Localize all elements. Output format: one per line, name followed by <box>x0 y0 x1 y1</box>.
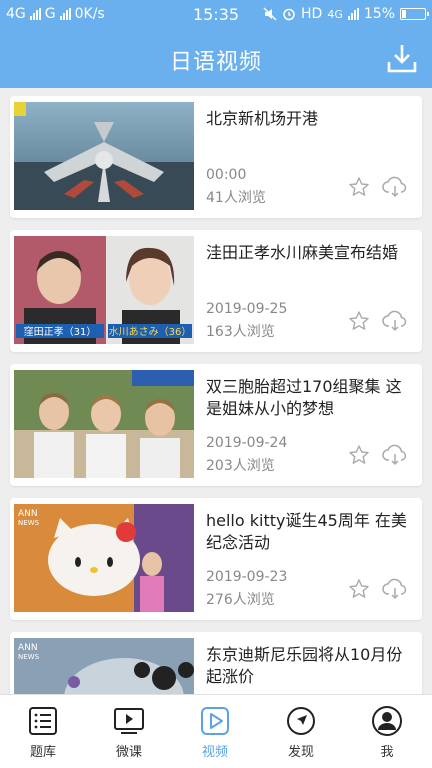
disney-thumbnail-image: ANN NEWS <box>14 638 194 694</box>
hello-kitty-thumbnail-image: ANN NEWS <box>14 504 194 612</box>
video-thumbnail[interactable] <box>14 102 194 210</box>
monitor-play-icon <box>114 708 144 734</box>
video-thumbnail[interactable]: 窪田正孝（31） 水川あさみ（36） <box>14 236 194 344</box>
video-date: 2019-09-23 <box>206 569 288 585</box>
cloud-download-icon[interactable] <box>382 578 408 600</box>
bottom-tab-bar: 题库 微课 视频 发现 我 <box>0 694 432 768</box>
battery-icon <box>400 8 429 20</box>
thumbnail-logo: NEWS <box>18 519 40 527</box>
tab-label: 视频 <box>201 745 228 760</box>
video-views: 203人浏览 <box>206 458 275 474</box>
triplets-thumbnail-image <box>14 370 194 478</box>
video-list[interactable]: 北京新机场开港 00:00 41人浏览 窪田正孝（31） 水川あさみ（36） 洼… <box>0 88 432 694</box>
video-title[interactable]: 北京新机场开港 <box>206 108 412 130</box>
cloud-download-icon[interactable] <box>382 444 408 466</box>
video-views: 276人浏览 <box>206 592 275 608</box>
status-right: HD 4G 15% <box>263 6 429 22</box>
battery-percent: 15% <box>363 6 395 22</box>
compass-icon <box>287 707 315 735</box>
video-card[interactable]: 双三胞胎超过170组聚集 这是姐妹从小的梦想 2019-09-24 203人浏览 <box>10 364 422 486</box>
video-views: 41人浏览 <box>206 190 266 206</box>
cloud-download-icon[interactable] <box>382 310 408 332</box>
video-title[interactable]: 洼田正孝水川麻美宣布结婚 <box>206 242 412 264</box>
tab-label: 微课 <box>115 745 142 760</box>
tab-micro-course[interactable]: 微课 <box>86 695 172 768</box>
thumbnail-logo: ANN <box>18 643 38 653</box>
thumbnail-logo: ANN <box>18 509 38 519</box>
couple-thumbnail-image: 窪田正孝（31） 水川あさみ（36） <box>14 236 194 344</box>
tab-label: 我 <box>380 745 394 760</box>
video-card[interactable]: 窪田正孝（31） 水川あさみ（36） 洼田正孝水川麻美宣布结婚 2019-09-… <box>10 230 422 352</box>
tab-discover[interactable]: 发现 <box>258 695 344 768</box>
network-type-3: 4G <box>327 7 343 21</box>
hd-label: HD <box>301 6 323 22</box>
video-title[interactable]: 东京迪斯尼乐园将从10月份起涨价 <box>206 644 412 688</box>
signal-icon <box>347 8 359 20</box>
video-date: 2019-09-25 <box>206 301 288 317</box>
tab-video[interactable]: 视频 <box>172 695 258 768</box>
video-thumbnail[interactable]: ANN NEWS <box>14 504 194 612</box>
tab-question-bank[interactable]: 题库 <box>0 695 86 768</box>
video-title[interactable]: 双三胞胎超过170组聚集 这是姐妹从小的梦想 <box>206 376 412 420</box>
video-date: 00:00 <box>206 167 247 183</box>
video-thumbnail[interactable]: ANN NEWS <box>14 638 194 694</box>
video-thumbnail[interactable] <box>14 370 194 478</box>
user-icon <box>372 706 402 736</box>
page-title: 日语视频 <box>169 50 262 75</box>
tab-label: 发现 <box>287 745 314 760</box>
star-icon[interactable] <box>348 444 370 466</box>
tab-label: 题库 <box>29 745 56 760</box>
star-icon[interactable] <box>348 310 370 332</box>
video-date: 2019-09-24 <box>206 435 288 451</box>
mute-icon <box>263 7 277 21</box>
download-icon[interactable] <box>386 42 418 74</box>
video-card[interactable]: ANN NEWS hello kitty诞生45周年 在美纪念活动 2019-0… <box>10 498 422 620</box>
cloud-download-icon[interactable] <box>382 176 408 198</box>
airport-thumbnail-image <box>14 102 194 210</box>
app-header: 4G G 0K/s 15:35 HD 4G 15% 日语视频 <box>0 0 432 88</box>
video-title[interactable]: hello kitty诞生45周年 在美纪念活动 <box>206 510 412 554</box>
thumbnail-logo: NEWS <box>18 653 40 661</box>
status-bar: 4G G 0K/s 15:35 HD 4G 15% <box>0 0 432 30</box>
star-icon[interactable] <box>348 578 370 600</box>
video-card[interactable]: ANN NEWS 东京迪斯尼乐园将从10月份起涨价 <box>10 632 422 694</box>
tab-me[interactable]: 我 <box>344 695 430 768</box>
alarm-icon <box>283 8 295 21</box>
video-views: 163人浏览 <box>206 324 275 340</box>
list-icon <box>29 707 57 735</box>
video-play-icon <box>201 707 229 735</box>
thumbnail-caption: 窪田正孝（31） <box>24 325 97 338</box>
star-icon[interactable] <box>348 176 370 198</box>
thumbnail-caption: 水川あさみ（36） <box>109 326 192 338</box>
video-card[interactable]: 北京新机场开港 00:00 41人浏览 <box>10 96 422 218</box>
